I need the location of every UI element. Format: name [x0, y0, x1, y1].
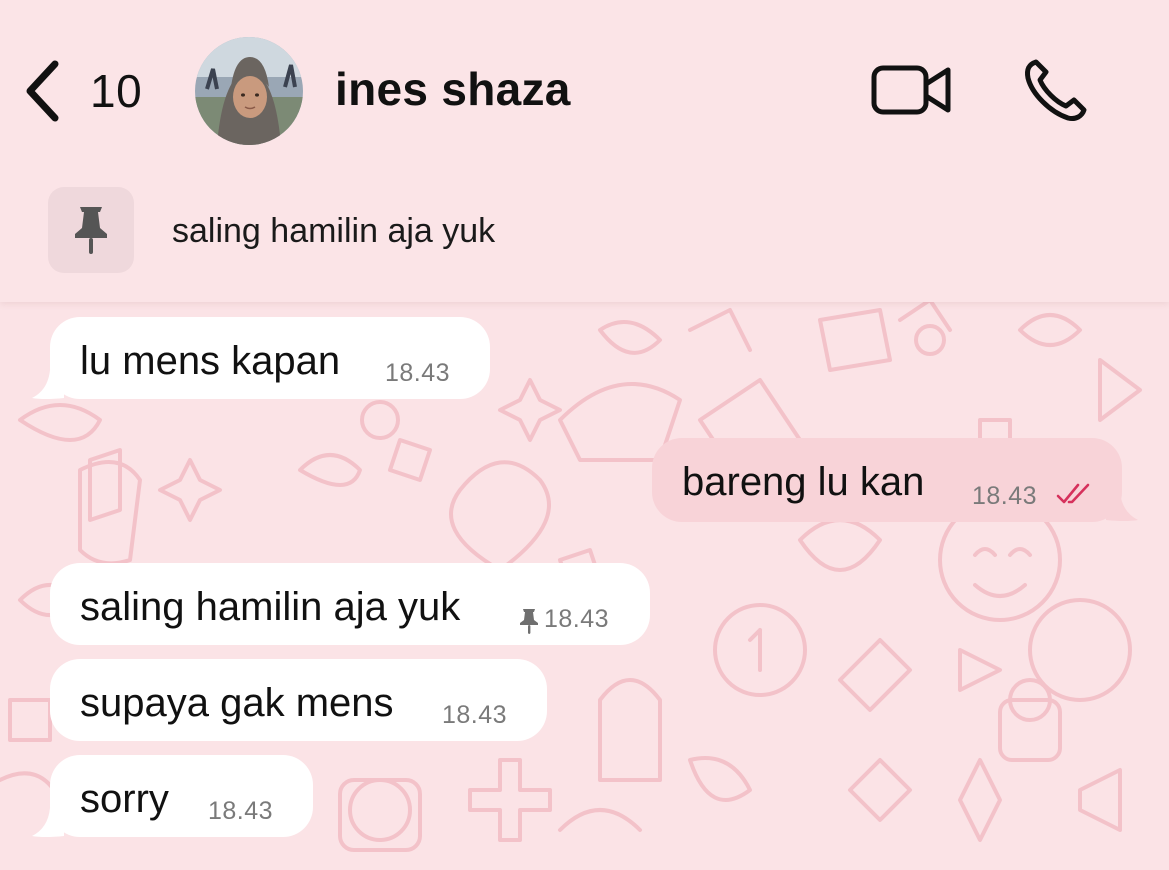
phone-icon: [1025, 59, 1087, 121]
message-text: bareng lu kan: [682, 460, 925, 504]
message-text: sorry: [80, 777, 169, 821]
pin-icon: [75, 207, 107, 254]
message-time: 18.43: [208, 797, 274, 825]
message-time: 18.43: [385, 359, 451, 387]
chat-header: 10 ines shaza saling hamilin aja yuk: [0, 0, 1169, 302]
voice-call-button[interactable]: [1022, 56, 1090, 124]
message-bubble-incoming[interactable]: supaya gak mens 18.43: [50, 659, 547, 741]
message-time: 18.43: [972, 482, 1038, 510]
message-bubble-incoming[interactable]: sorry 18.43: [50, 755, 313, 837]
pin-icon-box: [48, 187, 134, 273]
message-time: 18.43: [544, 605, 610, 633]
video-camera-icon: [871, 65, 951, 115]
avatar[interactable]: [195, 37, 303, 145]
back-button[interactable]: 10: [22, 58, 152, 124]
pin-icon: [520, 609, 538, 634]
message-text: lu mens kapan: [80, 339, 341, 383]
message-bubble-incoming[interactable]: saling hamilin aja yuk 18.43: [50, 563, 650, 645]
message-bubble-outgoing[interactable]: bareng lu kan 18.43: [652, 438, 1122, 522]
double-check-icon: [1056, 483, 1090, 504]
chevron-left-icon: [26, 60, 59, 122]
avatar-photo: [195, 37, 303, 145]
unread-count: 10: [90, 65, 143, 117]
message-time: 18.43: [442, 701, 508, 729]
message-text: saling hamilin aja yuk: [80, 585, 461, 629]
video-call-button[interactable]: [870, 60, 954, 120]
pinned-message-text: saling hamilin aja yuk: [172, 212, 496, 250]
message-text: supaya gak mens: [80, 681, 394, 725]
pinned-message-bar[interactable]: saling hamilin aja yuk: [0, 160, 1169, 300]
contact-name[interactable]: ines shaza: [335, 62, 571, 116]
message-bubble-incoming[interactable]: lu mens kapan 18.43: [50, 317, 490, 399]
